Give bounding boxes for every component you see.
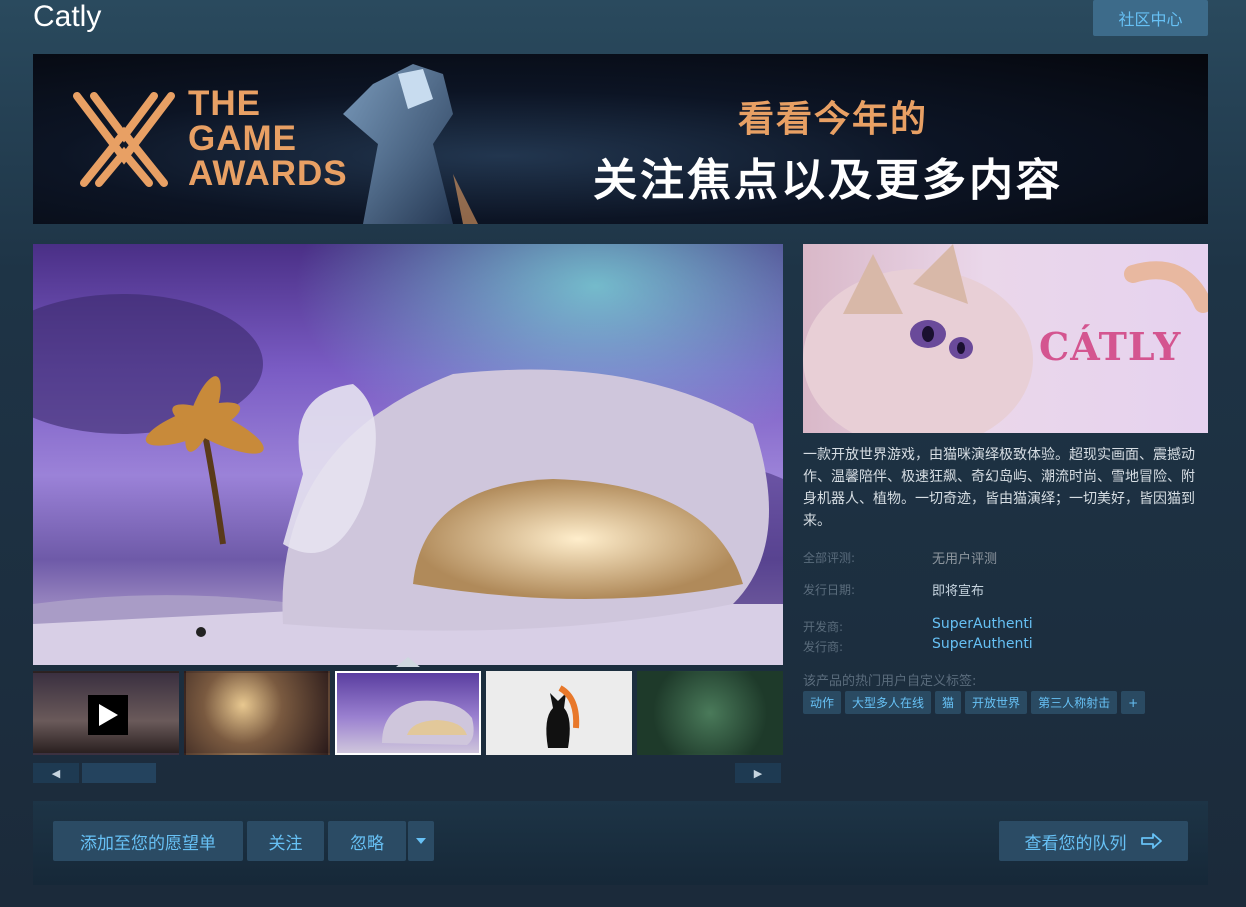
thumbnail-screenshot-3[interactable] — [486, 671, 632, 755]
view-queue-button[interactable]: 查看您的队列 — [999, 821, 1188, 861]
scroll-right-button[interactable]: ▶ — [735, 763, 781, 783]
developer-link[interactable]: SuperAuthenti — [932, 616, 1033, 632]
ignore-dropdown-button[interactable] — [408, 821, 434, 861]
caret-down-icon — [416, 838, 426, 844]
tag-third-person-shooter[interactable]: 第三人称射击 — [1031, 691, 1118, 714]
reviews-label: 全部评测: — [803, 551, 856, 565]
tag-mmo[interactable]: 大型多人在线 — [845, 691, 932, 714]
banner-headline-1: 看看今年的 — [738, 99, 929, 140]
main-screenshot[interactable] — [33, 244, 783, 665]
game-description: 一款开放世界游戏，由猫咪演绎极致体验。超现实画面、震撼动作、温馨陪伴、极速狂飙、… — [803, 447, 1195, 529]
tag-action[interactable]: 动作 — [803, 691, 842, 714]
thumbnail-video[interactable] — [33, 671, 179, 755]
catly-logo: CÁTLY — [1039, 324, 1182, 369]
tags-label: 该产品的热门用户自定义标签: — [803, 674, 977, 689]
view-queue-label: 查看您的队列 — [1024, 833, 1127, 854]
game-awards-logo-icon — [73, 92, 175, 187]
ignore-button[interactable]: 忽略 — [328, 821, 406, 861]
tag-cat[interactable]: 猫 — [935, 691, 962, 714]
selected-thumb-indicator — [396, 657, 420, 667]
follow-button[interactable]: 关注 — [247, 821, 324, 861]
header-capsule-image: CÁTLY — [803, 244, 1208, 433]
tag-list: 动作 大型多人在线 猫 开放世界 第三人称射击 + — [803, 691, 1146, 714]
banner-headline-2: 关注焦点以及更多内容 — [593, 155, 1063, 206]
thumbnail-screenshot-4[interactable] — [637, 671, 783, 755]
tag-more-button[interactable]: + — [1121, 691, 1146, 714]
scroll-left-button[interactable]: ◀ — [33, 763, 79, 783]
award-statue-image — [343, 64, 478, 224]
release-date-value: 即将宣布 — [932, 584, 985, 599]
developer-label: 开发商: — [803, 620, 844, 634]
community-hub-button[interactable]: 社区中心 — [1093, 0, 1208, 36]
tag-open-world[interactable]: 开放世界 — [965, 691, 1028, 714]
publisher-link[interactable]: SuperAuthenti — [932, 636, 1033, 652]
thumbnail-scrollbar[interactable] — [82, 763, 156, 783]
arrow-right-icon — [1140, 833, 1162, 849]
game-awards-banner[interactable]: THE GAME AWARDS 看看今年的 关注焦点以及更多内容 — [33, 54, 1208, 224]
fantasy-house-image — [33, 244, 783, 665]
release-date-label: 发行日期: — [803, 583, 856, 597]
play-icon — [88, 695, 128, 735]
thumbnail-screenshot-1[interactable] — [184, 671, 330, 755]
thumbnail-screenshot-2[interactable] — [335, 671, 481, 755]
black-cat-image — [546, 685, 580, 748]
thumbnail-strip — [33, 671, 783, 755]
add-to-wishlist-button[interactable]: 添加至您的愿望单 — [53, 821, 243, 861]
thumbnail-house-image — [382, 700, 474, 745]
reviews-value: 无用户评测 — [932, 552, 998, 567]
page-title: Catly — [33, 0, 102, 33]
action-bar: 添加至您的愿望单 关注 忽略 查看您的队列 — [33, 801, 1208, 885]
publisher-label: 发行商: — [803, 640, 844, 654]
